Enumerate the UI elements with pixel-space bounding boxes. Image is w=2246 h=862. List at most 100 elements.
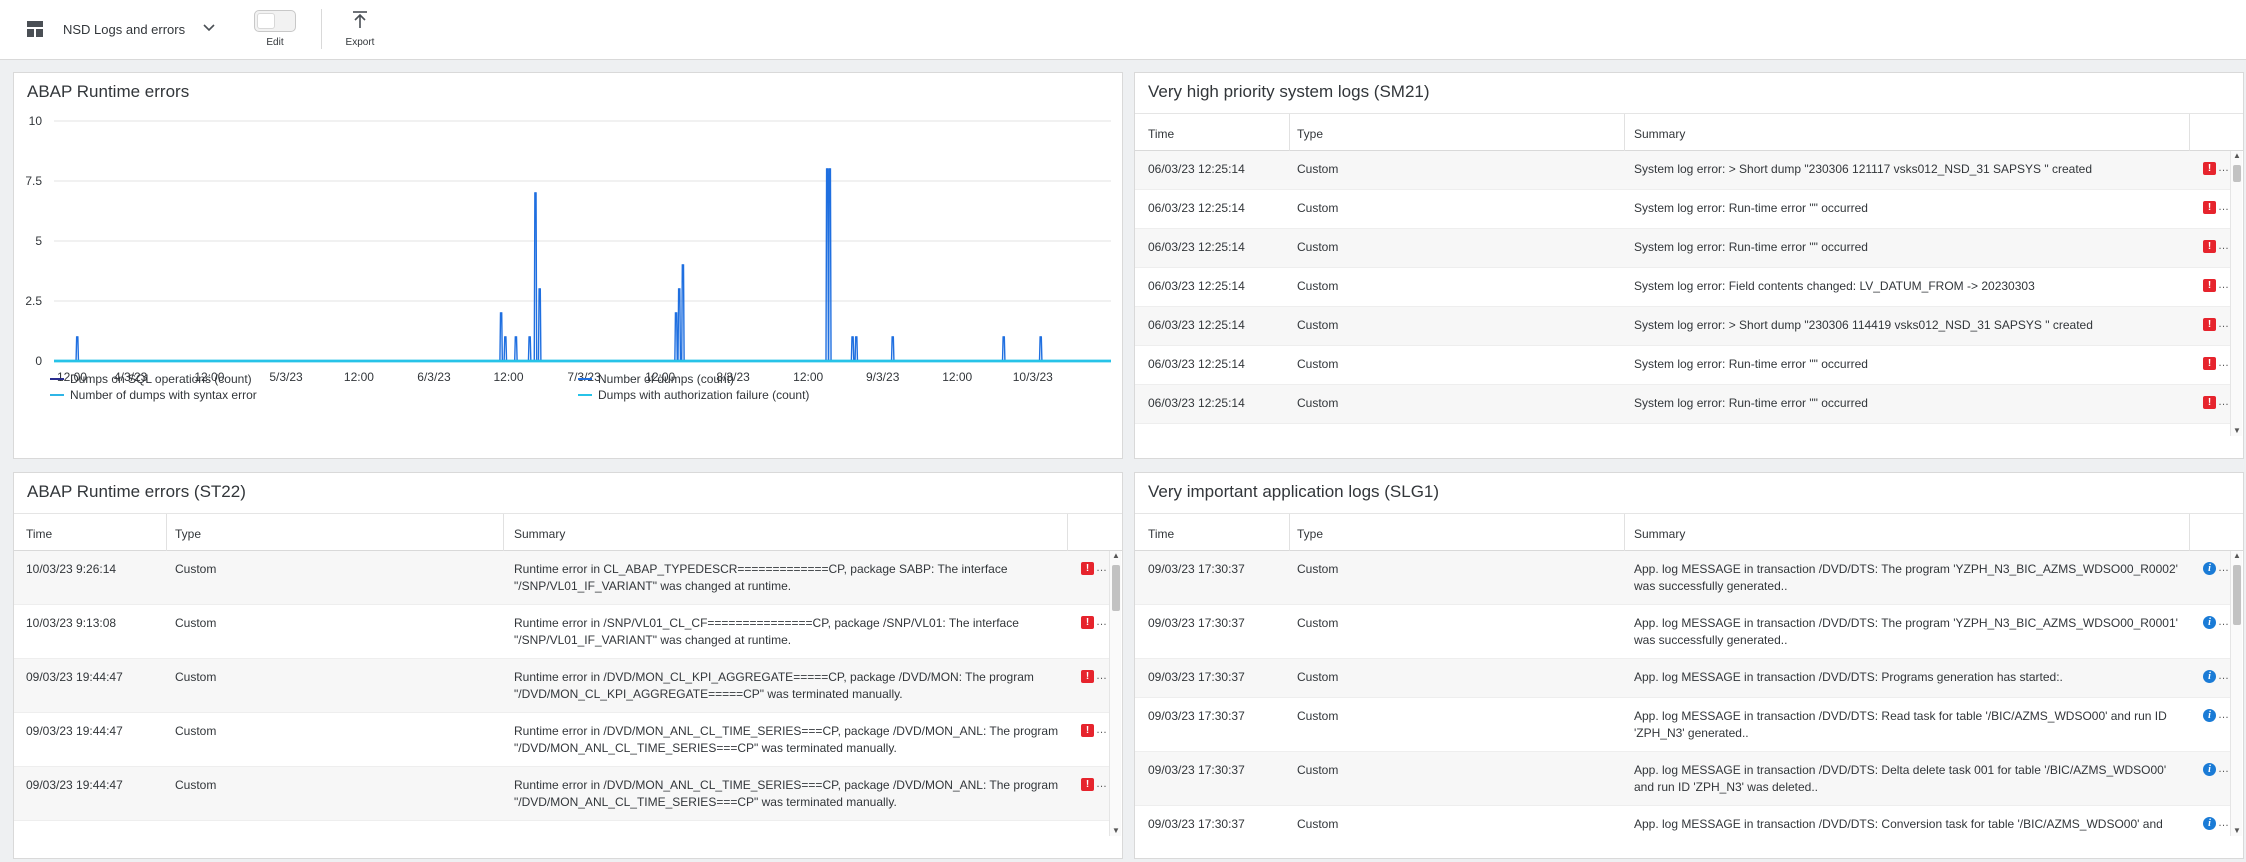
table-row[interactable]: 09/03/23 19:44:47 Custom Runtime error in … xyxy=(14,767,1109,821)
data-point xyxy=(855,336,858,338)
column-header-type[interactable]: Type xyxy=(1297,527,1323,541)
st22-table-body: 10/03/23 9:26:14 Custom Runtime error in C… xyxy=(14,551,1109,836)
info-icon: i xyxy=(2203,817,2216,830)
row-time: 09/03/23 17:30:37 xyxy=(1148,817,1245,831)
panel-title: Very important application logs (SLG1) xyxy=(1148,482,1440,501)
scrollbar-thumb[interactable] xyxy=(1112,565,1120,611)
row-summary: App. log MESSAGE in transaction /DVD/DTS… xyxy=(1634,669,2179,686)
row-time: 09/03/23 17:30:37 xyxy=(1148,562,1245,576)
more-icon[interactable]: … xyxy=(2218,670,2229,682)
table-row[interactable]: 10/03/23 9:13:08 Custom Runtime error in /… xyxy=(14,605,1109,659)
scrollbar-thumb[interactable] xyxy=(2233,165,2241,182)
more-icon[interactable]: … xyxy=(2218,357,2229,369)
table-row[interactable]: 09/03/23 19:44:47 Custom Runtime error in … xyxy=(14,659,1109,713)
table-row[interactable]: 06/03/23 12:25:14 Custom System log error:… xyxy=(1135,385,2230,424)
row-summary-line: System log error: Run-time error "" occu… xyxy=(1634,396,1868,410)
row-summary-line: Runtime error in /SNP/VL01_CL_CF========… xyxy=(514,616,1019,630)
row-summary: System log error: Field contents changed… xyxy=(1634,278,2174,295)
table-row[interactable]: 09/03/23 17:30:37 Custom App. log MESSAGE … xyxy=(1135,752,2230,806)
edit-toggle-button[interactable]: Edit xyxy=(245,8,305,52)
edit-toggle[interactable] xyxy=(254,10,296,32)
table-row[interactable]: 06/03/23 12:25:14 Custom System log error:… xyxy=(1135,268,2230,307)
scrollbar-thumb[interactable] xyxy=(2233,565,2241,625)
table-row[interactable]: 06/03/23 12:25:14 Custom System log error:… xyxy=(1135,190,2230,229)
more-icon[interactable]: … xyxy=(2218,318,2229,330)
table-row[interactable]: 09/03/23 19:44:47 Custom Runtime error in … xyxy=(14,713,1109,767)
row-time: 06/03/23 12:25:14 xyxy=(1148,396,1245,410)
legend-item[interactable]: Dumps on SQL operations (count) xyxy=(50,372,252,386)
dashboard-title[interactable]: NSD Logs and errors xyxy=(63,22,185,37)
more-icon[interactable]: … xyxy=(2218,709,2229,721)
export-button[interactable]: Export xyxy=(330,8,390,52)
table-row[interactable]: 10/03/23 9:26:14 Custom Runtime error in C… xyxy=(14,551,1109,605)
more-icon[interactable]: … xyxy=(1096,616,1107,628)
column-header-type[interactable]: Type xyxy=(1297,127,1323,141)
scroll-up-icon[interactable]: ▲ xyxy=(2232,551,2242,561)
column-header-summary[interactable]: Summary xyxy=(1634,527,1685,541)
error-icon: ! xyxy=(2203,318,2216,331)
row-time: 09/03/23 19:44:47 xyxy=(26,724,123,738)
x-tick-label: 12:00 xyxy=(344,370,374,384)
row-summary-line: System log error: > Short dump "230306 1… xyxy=(1634,162,2092,176)
row-time: 09/03/23 19:44:47 xyxy=(26,670,123,684)
more-icon[interactable]: … xyxy=(2218,396,2229,408)
info-icon: i xyxy=(2203,709,2216,722)
row-type: Custom xyxy=(175,562,217,576)
more-icon[interactable]: … xyxy=(2218,162,2229,174)
column-header-time[interactable]: Time xyxy=(26,527,52,541)
scrollbar[interactable]: ▲ ▼ xyxy=(2230,551,2242,836)
scroll-down-icon[interactable]: ▼ xyxy=(2232,826,2242,836)
info-icon: i xyxy=(2203,670,2216,683)
scroll-up-icon[interactable]: ▲ xyxy=(2232,151,2242,161)
scrollbar[interactable]: ▲ ▼ xyxy=(1109,551,1121,836)
table-row[interactable]: 09/03/23 17:30:37 Custom App. log MESSAGE … xyxy=(1135,605,2230,659)
row-type: Custom xyxy=(1297,318,1339,332)
legend-label: Number of dumps with syntax error xyxy=(70,388,257,402)
export-label: Export xyxy=(345,37,375,48)
table-row[interactable]: 06/03/23 12:25:14 Custom System log error:… xyxy=(1135,346,2230,385)
scroll-down-icon[interactable]: ▼ xyxy=(1111,826,1121,836)
legend-label: Dumps on SQL operations (count) xyxy=(70,372,252,386)
more-icon[interactable]: … xyxy=(1096,670,1107,682)
data-point xyxy=(528,336,531,338)
more-icon[interactable]: … xyxy=(1096,724,1107,736)
table-row[interactable]: 09/03/23 17:30:37 Custom App. log MESSAGE … xyxy=(1135,698,2230,752)
scroll-down-icon[interactable]: ▼ xyxy=(2232,426,2242,436)
legend-item[interactable]: Number of dumps (count) xyxy=(578,372,734,386)
table-row[interactable]: 09/03/23 17:30:37 Custom App. log MESSAGE … xyxy=(1135,551,2230,605)
column-header-type[interactable]: Type xyxy=(175,527,201,541)
column-header-summary[interactable]: Summary xyxy=(1634,127,1685,141)
more-icon[interactable]: … xyxy=(2218,279,2229,291)
data-point xyxy=(515,336,517,338)
data-point xyxy=(504,336,507,338)
more-icon[interactable]: … xyxy=(2218,616,2229,628)
row-type: Custom xyxy=(1297,396,1339,410)
table-row[interactable]: 06/03/23 12:25:14 Custom System log error:… xyxy=(1135,151,2230,190)
column-header-time[interactable]: Time xyxy=(1148,527,1174,541)
more-icon[interactable]: … xyxy=(1096,778,1107,790)
column-header-time[interactable]: Time xyxy=(1148,127,1174,141)
more-icon[interactable]: … xyxy=(2218,562,2229,574)
legend-item[interactable]: Dumps with authorization failure (count) xyxy=(578,388,809,402)
chevron-down-icon[interactable] xyxy=(201,20,217,36)
more-icon[interactable]: … xyxy=(2218,201,2229,213)
table-row[interactable]: 06/03/23 12:25:14 Custom System log error:… xyxy=(1135,307,2230,346)
legend-swatch xyxy=(50,394,64,396)
legend-item[interactable]: Number of dumps with syntax error xyxy=(50,388,257,402)
data-point xyxy=(829,168,831,170)
data-point xyxy=(500,312,502,314)
table-row[interactable]: 09/03/23 17:30:37 Custom App. log MESSAGE … xyxy=(1135,806,2230,836)
row-type: Custom xyxy=(1297,240,1339,254)
row-type: Custom xyxy=(175,778,217,792)
info-icon: i xyxy=(2203,763,2216,776)
scrollbar[interactable]: ▲ ▼ xyxy=(2230,151,2242,436)
more-icon[interactable]: … xyxy=(1096,562,1107,574)
scroll-up-icon[interactable]: ▲ xyxy=(1111,551,1121,561)
table-row[interactable]: 09/03/23 17:30:37 Custom App. log MESSAGE … xyxy=(1135,659,2230,698)
column-header-summary[interactable]: Summary xyxy=(514,527,565,541)
more-icon[interactable]: … xyxy=(2218,763,2229,775)
row-summary: Runtime error in /DVD/MON_ANL_CL_TIME_SE… xyxy=(514,723,1059,757)
table-row[interactable]: 06/03/23 12:25:14 Custom System log error:… xyxy=(1135,229,2230,268)
more-icon[interactable]: … xyxy=(2218,240,2229,252)
more-icon[interactable]: … xyxy=(2218,817,2229,829)
